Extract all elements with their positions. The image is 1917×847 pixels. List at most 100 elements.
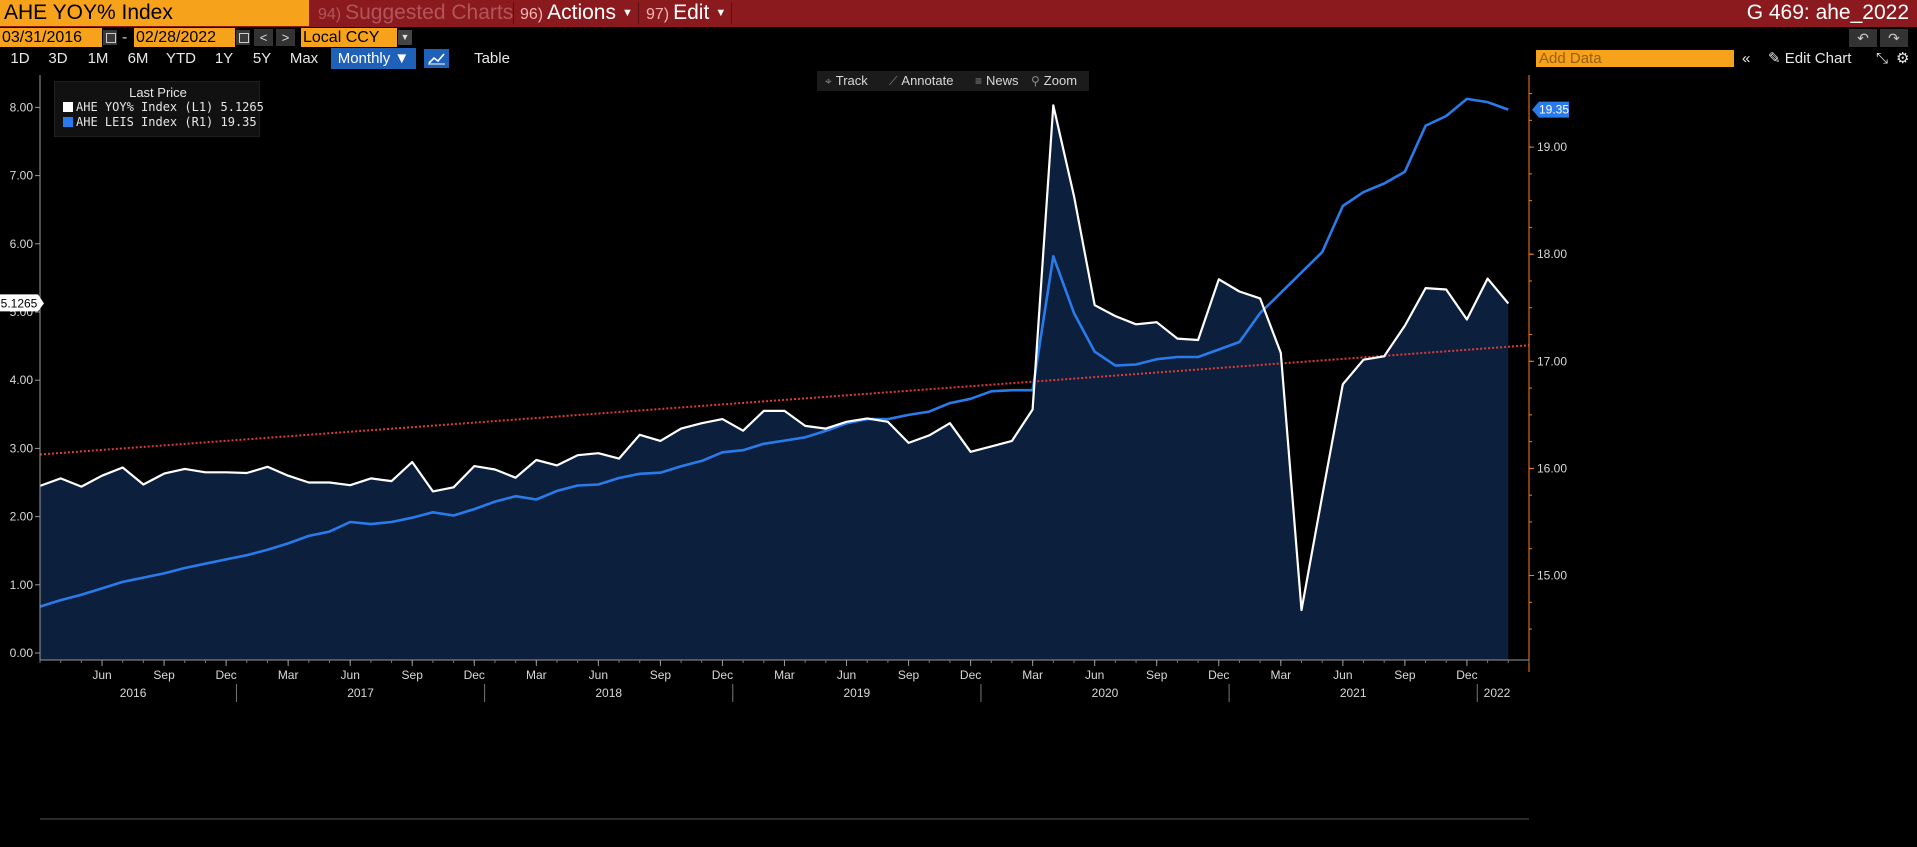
edit-chart-button[interactable]: ✎ Edit Chart [1768, 48, 1851, 69]
resize-icon[interactable]: ⤡ [1876, 48, 1888, 69]
pencil-icon: ✎ [1768, 50, 1781, 67]
period-5y-button[interactable]: 5Y [246, 48, 278, 69]
edit-label: Edit [673, 1, 710, 24]
x-axis-tick-label: Mar [774, 668, 795, 682]
title-bar: AHE YOY% Index 94) Suggested Charts 96) Ac… [0, 0, 1917, 27]
calendar-icon[interactable] [236, 30, 250, 45]
year-label: 2017 [347, 686, 374, 700]
edit-menu[interactable]: 97) Edit ▼ [646, 0, 726, 26]
left-axis-tick-label: 6.00 [10, 237, 34, 251]
left-axis-tick-label: 0.00 [10, 646, 34, 660]
edit-number: 97) [646, 6, 670, 23]
crosshair-icon: ⌖ [825, 74, 832, 88]
x-axis-tick-label: Dec [1208, 668, 1229, 682]
zoom-tool[interactable]: ⚲ Zoom [1031, 71, 1077, 91]
x-axis-tick-label: Jun [589, 668, 608, 682]
line-chart[interactable]: 0.001.002.003.004.005.006.007.008.0015.0… [0, 69, 1917, 847]
date-range-bar: 03/31/2016 - 02/28/2022 < > Local CCY ▼ … [0, 27, 1917, 48]
left-axis-tick-label: 8.00 [10, 100, 34, 114]
legend-label: AHE LEIS Index (R1) 19.35 [76, 115, 257, 129]
chart-toolbar: 1D 3D 1M 6M YTD 1Y 5Y Max Monthly ▼ Tabl… [0, 48, 1917, 69]
actions-label: Actions [547, 1, 616, 24]
yoy-area-fill [40, 105, 1509, 660]
right-axis-tick-label: 15.00 [1537, 569, 1567, 583]
suggested-charts-menu[interactable]: 94) Suggested Charts [318, 0, 513, 26]
chevron-down-icon[interactable]: ▼ [398, 30, 412, 45]
undo-button[interactable]: ↶ [1849, 29, 1877, 47]
next-period-button[interactable]: > [276, 29, 295, 46]
suggested-charts-number: 94) [318, 6, 342, 23]
gear-icon[interactable]: ⚙ [1896, 48, 1909, 69]
collapse-button[interactable]: « [1742, 48, 1750, 69]
x-axis-tick-label: Mar [278, 668, 299, 682]
legend-swatch [63, 102, 73, 112]
news-label: News [986, 73, 1019, 88]
annotate-tool[interactable]: ⟋ Annotate [889, 71, 953, 91]
edit-chart-label: Edit Chart [1784, 50, 1852, 67]
date-separator: - [122, 29, 128, 46]
annotate-label: Annotate [901, 73, 954, 88]
left-axis-tick-label: 4.00 [10, 373, 34, 387]
x-axis-tick-label: Dec [712, 668, 733, 682]
chevron-down-icon: ▼ [715, 7, 727, 19]
right-axis-tick-label: 16.00 [1537, 461, 1567, 475]
period-1y-button[interactable]: 1Y [208, 48, 240, 69]
legend-title: Last Price [129, 85, 187, 100]
x-axis-tick-label: Dec [464, 668, 485, 682]
yoy-last-value-label: 5.1265 [1, 296, 38, 310]
year-label: 2022 [1484, 686, 1511, 700]
end-date-input[interactable]: 02/28/2022 [134, 28, 235, 47]
table-view-button[interactable]: Table [462, 48, 522, 69]
x-axis-tick-label: Mar [1022, 668, 1043, 682]
x-axis-tick-label: Mar [1270, 668, 1291, 682]
legend-label: AHE YOY% Index (L1) 5.1265 [76, 100, 264, 114]
currency-select[interactable]: Local CCY [301, 28, 397, 47]
year-label: 2020 [1092, 686, 1119, 700]
frequency-select[interactable]: Monthly ▼ [331, 48, 416, 69]
leis-last-value-label: 19.35 [1539, 103, 1569, 117]
left-axis-tick-label: 3.00 [10, 441, 34, 455]
track-tool[interactable]: ⌖ Track [825, 71, 868, 91]
right-axis-tick-label: 19.00 [1537, 140, 1567, 154]
x-axis-tick-label: Sep [898, 668, 920, 682]
period-1m-button[interactable]: 1M [82, 48, 114, 69]
legend-item-leis[interactable]: AHE LEIS Index (R1) 19.35 [63, 115, 257, 129]
line-chart-button[interactable] [424, 49, 449, 68]
news-tool[interactable]: ≡ News [975, 71, 1019, 91]
zoom-label: Zoom [1043, 73, 1078, 88]
calendar-icon[interactable] [103, 30, 117, 45]
period-ytd-button[interactable]: YTD [161, 48, 201, 69]
period-1d-button[interactable]: 1D [4, 48, 36, 69]
chart-id-label: G 469: ahe_2022 [1746, 1, 1909, 24]
period-3d-button[interactable]: 3D [42, 48, 74, 69]
add-data-input[interactable]: Add Data [1536, 50, 1734, 67]
security-ticker-field[interactable]: AHE YOY% Index [0, 0, 309, 26]
x-axis-tick-label: Mar [526, 668, 547, 682]
x-axis-tick-label: Jun [1333, 668, 1352, 682]
legend-swatch [63, 117, 73, 127]
magnifier-icon: ⚲ [1031, 74, 1040, 88]
chart-legend: Last Price AHE YOY% Index (L1) 5.1265 AH… [54, 81, 264, 137]
year-label: 2019 [844, 686, 871, 700]
line-chart-icon [428, 53, 445, 65]
start-date-input[interactable]: 03/31/2016 [0, 28, 102, 47]
x-axis-tick-label: Jun [1085, 668, 1104, 682]
x-axis-tick-label: Sep [153, 668, 175, 682]
chart-area[interactable]: 0.00 1.00 2.00 3.00 4.00 5.00 6.00 7.00 8.00 15.0… [0, 69, 1917, 847]
period-6m-button[interactable]: 6M [122, 48, 154, 69]
yoy-last-value-pointer [38, 294, 44, 312]
title-separator [513, 2, 514, 24]
period-max-button[interactable]: Max [284, 48, 324, 69]
redo-button[interactable]: ↷ [1880, 29, 1908, 47]
right-axis-tick-label: 17.00 [1537, 354, 1567, 368]
x-axis-tick-label: Sep [1394, 668, 1416, 682]
list-icon: ≡ [975, 74, 983, 88]
actions-menu[interactable]: 96) Actions ▼ [520, 0, 633, 26]
right-axis-tick-label: 18.00 [1537, 247, 1567, 261]
legend-item-yoy[interactable]: AHE YOY% Index (L1) 5.1265 [63, 100, 264, 114]
title-separator [638, 2, 639, 24]
title-separator [731, 2, 732, 24]
x-axis-tick-label: Sep [650, 668, 672, 682]
previous-period-button[interactable]: < [254, 29, 273, 46]
left-axis-tick-label: 1.00 [10, 578, 34, 592]
